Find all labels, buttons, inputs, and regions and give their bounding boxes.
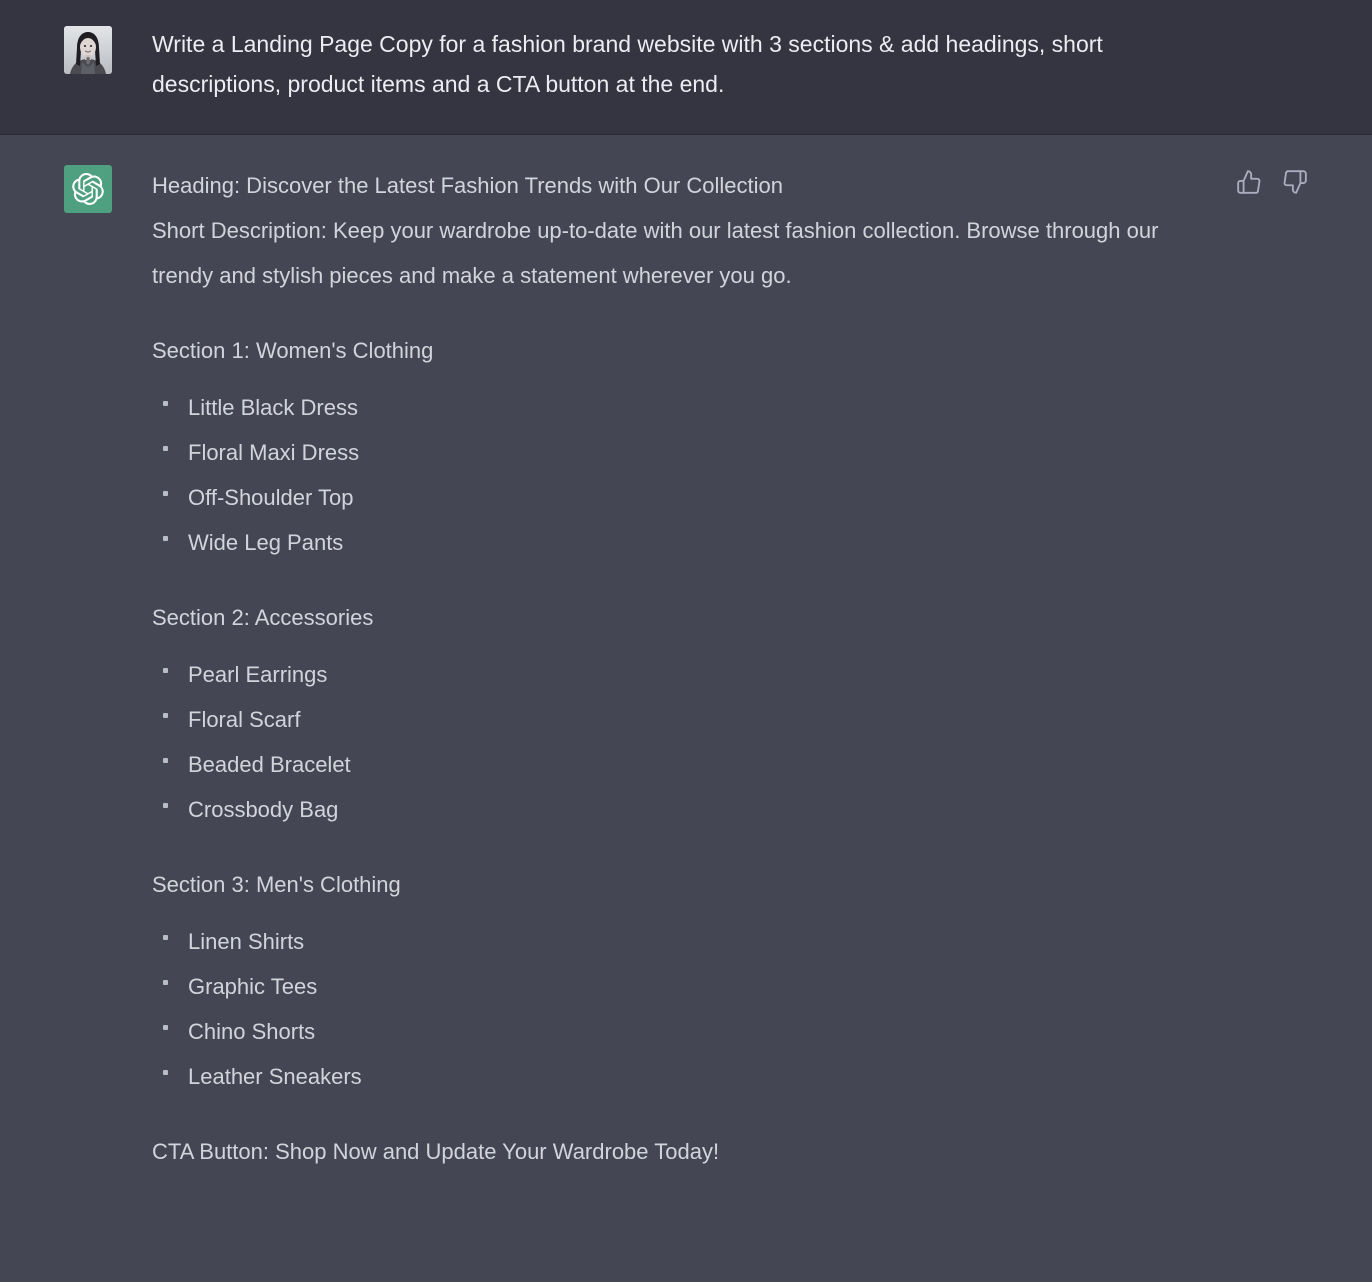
section-heading-2: Section 2: Accessories bbox=[152, 605, 374, 630]
assistant-heading-line: Heading: Discover the Latest Fashion Tre… bbox=[152, 173, 783, 198]
thumbs-up-button[interactable] bbox=[1236, 169, 1262, 195]
section-list-1: Little Black Dress Floral Maxi Dress Off… bbox=[152, 385, 1288, 565]
section-heading-3: Section 3: Men's Clothing bbox=[152, 872, 401, 897]
list-item: Graphic Tees bbox=[163, 964, 1288, 1009]
user-message-block: Write a Landing Page Copy for a fashion … bbox=[0, 0, 1372, 135]
list-item-label: Floral Scarf bbox=[188, 707, 301, 732]
thumbs-down-icon bbox=[1283, 170, 1307, 194]
user-message-body: Write a Landing Page Copy for a fashion … bbox=[112, 24, 1308, 104]
list-item: Linen Shirts bbox=[163, 919, 1288, 964]
list-item-label: Linen Shirts bbox=[188, 929, 305, 954]
list-item-label: Leather Sneakers bbox=[188, 1064, 362, 1089]
user-avatar-photo bbox=[64, 26, 112, 74]
bullet-icon bbox=[163, 1070, 168, 1075]
bullet-icon bbox=[163, 713, 168, 718]
assistant-message-body: Heading: Discover the Latest Fashion Tre… bbox=[112, 163, 1308, 1174]
list-item-label: Pearl Earrings bbox=[188, 662, 328, 687]
bullet-icon bbox=[163, 401, 168, 406]
bullet-icon bbox=[163, 758, 168, 763]
chatgpt-logo-icon bbox=[72, 173, 104, 205]
user-message-text: Write a Landing Page Copy for a fashion … bbox=[152, 31, 1103, 97]
thumbs-up-icon bbox=[1237, 170, 1261, 194]
list-item-label: Wide Leg Pants bbox=[188, 530, 344, 555]
list-item-label: Floral Maxi Dress bbox=[188, 440, 360, 465]
list-item: Floral Scarf bbox=[163, 697, 1288, 742]
bullet-icon bbox=[163, 980, 168, 985]
section-heading-1: Section 1: Women's Clothing bbox=[152, 338, 434, 363]
list-item: Leather Sneakers bbox=[163, 1054, 1288, 1099]
assistant-message-block: Heading: Discover the Latest Fashion Tre… bbox=[0, 135, 1372, 1282]
cta-line: CTA Button: Shop Now and Update Your War… bbox=[152, 1139, 720, 1164]
bullet-icon bbox=[163, 446, 168, 451]
chat-conversation: Write a Landing Page Copy for a fashion … bbox=[0, 0, 1372, 1282]
bullet-icon bbox=[163, 1025, 168, 1030]
thumbs-down-button[interactable] bbox=[1282, 169, 1308, 195]
list-item-label: Little Black Dress bbox=[188, 395, 358, 420]
bullet-icon bbox=[163, 803, 168, 808]
list-item-label: Graphic Tees bbox=[188, 974, 318, 999]
list-item: Wide Leg Pants bbox=[163, 520, 1288, 565]
bullet-icon bbox=[163, 935, 168, 940]
bullet-icon bbox=[163, 668, 168, 673]
list-item-label: Chino Shorts bbox=[188, 1019, 316, 1044]
list-item: Off-Shoulder Top bbox=[163, 475, 1288, 520]
assistant-description-line: Short Description: Keep your wardrobe up… bbox=[152, 218, 1159, 288]
section-list-3: Linen Shirts Graphic Tees Chino Shorts L… bbox=[152, 919, 1288, 1099]
bullet-icon bbox=[163, 491, 168, 496]
list-item: Crossbody Bag bbox=[163, 787, 1288, 832]
list-item-label: Off-Shoulder Top bbox=[188, 485, 354, 510]
message-feedback-controls bbox=[1236, 169, 1308, 195]
list-item: Pearl Earrings bbox=[163, 652, 1288, 697]
user-avatar bbox=[64, 26, 112, 74]
list-item-label: Beaded Bracelet bbox=[188, 752, 351, 777]
list-item-label: Crossbody Bag bbox=[188, 797, 339, 822]
list-item: Beaded Bracelet bbox=[163, 742, 1288, 787]
list-item: Chino Shorts bbox=[163, 1009, 1288, 1054]
bullet-icon bbox=[163, 536, 168, 541]
assistant-avatar bbox=[64, 165, 112, 213]
list-item: Floral Maxi Dress bbox=[163, 430, 1288, 475]
list-item: Little Black Dress bbox=[163, 385, 1288, 430]
section-list-2: Pearl Earrings Floral Scarf Beaded Brace… bbox=[152, 652, 1288, 832]
